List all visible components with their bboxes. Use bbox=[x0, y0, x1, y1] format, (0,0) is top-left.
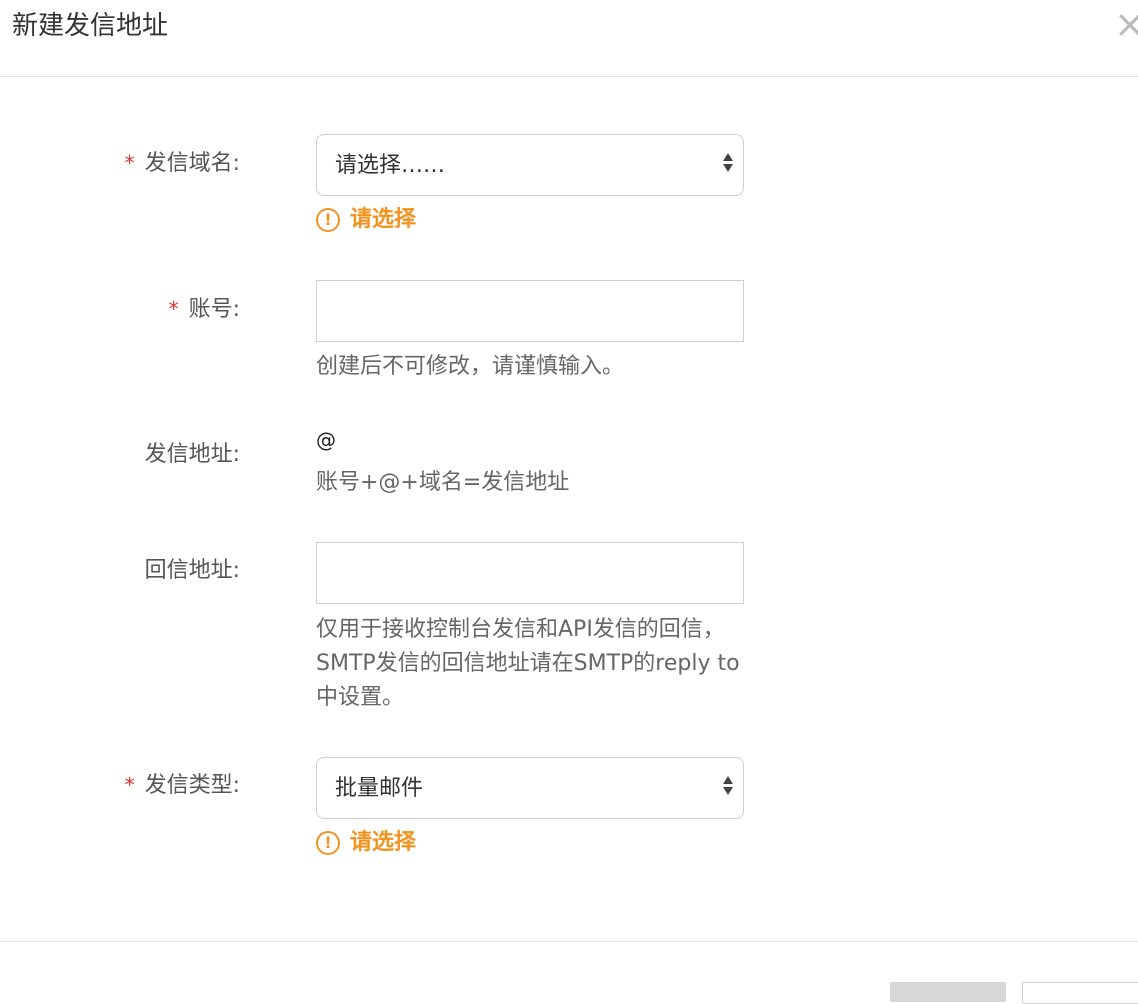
cancel-button[interactable] bbox=[1022, 982, 1138, 1004]
select-arrows-icon bbox=[723, 153, 733, 172]
domain-warning: ! 请选择 bbox=[316, 205, 416, 235]
domain-select[interactable]: 请选择…… bbox=[316, 134, 744, 196]
select-arrows-icon bbox=[723, 776, 733, 795]
account-label: 账号: bbox=[188, 297, 240, 322]
sender-address-label: 发信地址: bbox=[144, 442, 240, 467]
required-mark: * bbox=[168, 297, 179, 321]
close-icon[interactable]: × bbox=[1114, 4, 1138, 44]
account-input[interactable] bbox=[316, 280, 744, 342]
reply-address-input[interactable] bbox=[316, 542, 744, 604]
confirm-button[interactable] bbox=[890, 982, 1006, 1002]
send-type-select-value: 批量邮件 bbox=[335, 776, 424, 801]
send-type-warning-text: 请选择 bbox=[350, 830, 417, 855]
warning-icon: ! bbox=[316, 831, 340, 855]
domain-select-value: 请选择…… bbox=[335, 153, 446, 178]
footer-divider bbox=[0, 941, 1138, 942]
send-type-label-row: * 发信类型: bbox=[125, 770, 240, 801]
domain-warning-text: 请选择 bbox=[350, 207, 417, 232]
send-type-label: 发信类型: bbox=[144, 773, 240, 798]
reply-address-label: 回信地址: bbox=[144, 558, 240, 583]
dialog-title: 新建发信地址 bbox=[12, 11, 169, 41]
required-mark: * bbox=[124, 773, 135, 797]
sender-address-help: 账号+@+域名=发信地址 bbox=[316, 470, 570, 495]
sender-address-value: @ bbox=[316, 428, 336, 452]
warning-icon: ! bbox=[316, 208, 340, 232]
send-type-warning: ! 请选择 bbox=[316, 828, 416, 858]
account-help: 创建后不可修改，请谨慎输入。 bbox=[316, 354, 625, 379]
reply-address-help: 仅用于接收控制台发信和API发信的回信，SMTP发信的回信地址请在SMTP的re… bbox=[316, 617, 740, 710]
domain-label: 发信域名: bbox=[144, 151, 240, 176]
dialog-header: 新建发信地址 × bbox=[0, 0, 1138, 77]
domain-label-row: * 发信域名: bbox=[125, 148, 240, 179]
send-type-select[interactable]: 批量邮件 bbox=[316, 757, 744, 819]
account-label-row: * 账号: bbox=[169, 294, 240, 325]
required-mark: * bbox=[124, 151, 135, 175]
